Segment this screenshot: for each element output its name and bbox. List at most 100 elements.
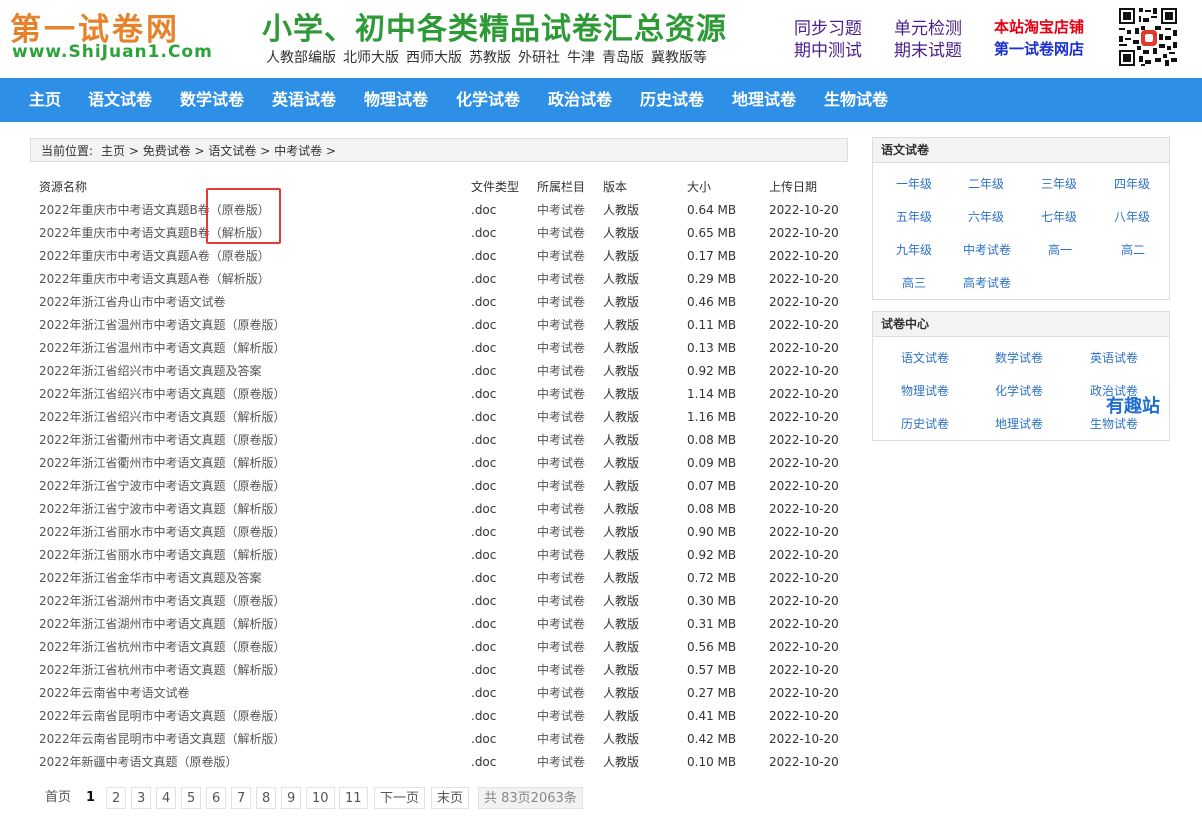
breadcrumb-path[interactable]: 主页 > 免费试卷 > 语文试卷 > 中考试卷 > — [101, 144, 336, 158]
resource-name[interactable]: 2022年浙江省绍兴市中考语文真题（原卷版） — [39, 383, 286, 406]
file-size: 0.56 MB — [687, 640, 737, 654]
subject-link[interactable]: 语文试卷 — [901, 349, 949, 366]
page-link[interactable]: 5 — [181, 787, 202, 809]
resource-column[interactable]: 中考试卷 — [537, 337, 585, 360]
grade-link[interactable]: 八年级 — [1114, 208, 1150, 225]
tag-final[interactable]: 期末试题 — [894, 36, 962, 61]
resource-name[interactable]: 2022年浙江省温州市中考语文真题（原卷版） — [39, 314, 286, 337]
grade-link[interactable]: 高考试卷 — [963, 274, 1011, 291]
resource-column[interactable]: 中考试卷 — [537, 613, 585, 636]
resource-column[interactable]: 中考试卷 — [537, 291, 585, 314]
resource-name[interactable]: 2022年浙江省衢州市中考语文真题（原卷版） — [39, 429, 286, 452]
grade-link[interactable]: 三年级 — [1041, 175, 1077, 192]
taobao-store-link[interactable]: 本站淘宝店铺 — [994, 16, 1084, 37]
page-link[interactable]: 11 — [339, 787, 368, 809]
resource-column[interactable]: 中考试卷 — [537, 268, 585, 291]
page-first[interactable]: 首页 — [40, 787, 77, 809]
page-last[interactable]: 末页 — [431, 787, 470, 809]
resource-name[interactable]: 2022年浙江省舟山市中考语文试卷 — [39, 291, 226, 314]
nav-chinese[interactable]: 语文试卷 — [88, 78, 152, 122]
grade-link[interactable]: 四年级 — [1114, 175, 1150, 192]
resource-name[interactable]: 2022年浙江省绍兴市中考语文真题及答案 — [39, 360, 262, 383]
resource-name[interactable]: 2022年浙江省杭州市中考语文真题（原卷版） — [39, 636, 286, 659]
resource-name[interactable]: 2022年浙江省金华市中考语文真题及答案 — [39, 567, 262, 590]
tag-midterm[interactable]: 期中测试 — [794, 36, 862, 61]
nav-english[interactable]: 英语试卷 — [272, 78, 336, 122]
resource-column[interactable]: 中考试卷 — [537, 636, 585, 659]
resource-column[interactable]: 中考试卷 — [537, 222, 585, 245]
grade-link[interactable]: 六年级 — [968, 208, 1004, 225]
grade-link[interactable]: 中考试卷 — [963, 241, 1011, 258]
resource-name[interactable]: 2022年重庆市中考语文真题A卷（原卷版） — [39, 245, 270, 268]
resource-column[interactable]: 中考试卷 — [537, 406, 585, 429]
page-link[interactable]: 2 — [106, 787, 127, 809]
nav-chemistry[interactable]: 化学试卷 — [456, 78, 520, 122]
resource-name[interactable]: 2022年浙江省衢州市中考语文真题（解析版） — [39, 452, 286, 475]
resource-name[interactable]: 2022年浙江省湖州市中考语文真题（解析版） — [39, 613, 286, 636]
nav-math[interactable]: 数学试卷 — [180, 78, 244, 122]
nav-home[interactable]: 主页 — [29, 78, 61, 122]
subject-link[interactable]: 数学试卷 — [995, 349, 1043, 366]
resource-column[interactable]: 中考试卷 — [537, 567, 585, 590]
subject-link[interactable]: 地理试卷 — [995, 415, 1043, 432]
resource-column[interactable]: 中考试卷 — [537, 682, 585, 705]
resource-column[interactable]: 中考试卷 — [537, 314, 585, 337]
resource-name[interactable]: 2022年云南省昆明市中考语文真题（原卷版） — [39, 705, 286, 728]
nav-politics[interactable]: 政治试卷 — [548, 78, 612, 122]
resource-column[interactable]: 中考试卷 — [537, 452, 585, 475]
nav-history[interactable]: 历史试卷 — [640, 78, 704, 122]
resource-column[interactable]: 中考试卷 — [537, 498, 585, 521]
page-link[interactable]: 10 — [306, 787, 335, 809]
grade-link[interactable]: 二年级 — [968, 175, 1004, 192]
resource-column[interactable]: 中考试卷 — [537, 360, 585, 383]
resource-name[interactable]: 2022年浙江省丽水市中考语文真题（解析版） — [39, 544, 286, 567]
resource-column[interactable]: 中考试卷 — [537, 199, 585, 222]
resource-column[interactable]: 中考试卷 — [537, 659, 585, 682]
grade-link[interactable]: 一年级 — [896, 175, 932, 192]
page-link[interactable]: 3 — [131, 787, 152, 809]
site-url[interactable]: www.ShiJuan1.Com — [12, 42, 213, 62]
grade-link[interactable]: 七年级 — [1041, 208, 1077, 225]
subject-link[interactable]: 历史试卷 — [901, 415, 949, 432]
subject-link[interactable]: 化学试卷 — [995, 382, 1043, 399]
resource-column[interactable]: 中考试卷 — [537, 544, 585, 567]
grade-link[interactable]: 高三 — [902, 274, 926, 291]
subject-link[interactable]: 英语试卷 — [1090, 349, 1138, 366]
page-link[interactable]: 6 — [206, 787, 227, 809]
taobao-store-name[interactable]: 第一试卷网店 — [994, 38, 1084, 59]
page-link[interactable]: 7 — [231, 787, 252, 809]
resource-column[interactable]: 中考试卷 — [537, 429, 585, 452]
resource-column[interactable]: 中考试卷 — [537, 751, 585, 774]
grade-link[interactable]: 高一 — [1048, 241, 1072, 258]
resource-name[interactable]: 2022年重庆市中考语文真题A卷（解析版） — [39, 268, 270, 291]
grade-link[interactable]: 五年级 — [896, 208, 932, 225]
page-link[interactable]: 4 — [156, 787, 177, 809]
resource-name[interactable]: 2022年云南省昆明市中考语文真题（解析版） — [39, 728, 286, 751]
resource-name[interactable]: 2022年浙江省绍兴市中考语文真题（解析版） — [39, 406, 286, 429]
resource-column[interactable]: 中考试卷 — [537, 590, 585, 613]
grade-link[interactable]: 九年级 — [896, 241, 932, 258]
resource-column[interactable]: 中考试卷 — [537, 245, 585, 268]
resource-name[interactable]: 2022年浙江省湖州市中考语文真题（原卷版） — [39, 590, 286, 613]
resource-name[interactable]: 2022年浙江省宁波市中考语文真题（原卷版） — [39, 475, 286, 498]
page-next[interactable]: 下一页 — [374, 787, 426, 809]
resource-column[interactable]: 中考试卷 — [537, 521, 585, 544]
page-link[interactable]: 9 — [281, 787, 302, 809]
nav-biology[interactable]: 生物试卷 — [824, 78, 888, 122]
resource-name[interactable]: 2022年浙江省宁波市中考语文真题（解析版） — [39, 498, 286, 521]
resource-column[interactable]: 中考试卷 — [537, 728, 585, 751]
resource-column[interactable]: 中考试卷 — [537, 705, 585, 728]
resource-name[interactable]: 2022年云南省中考语文试卷 — [39, 682, 190, 705]
nav-geography[interactable]: 地理试卷 — [732, 78, 796, 122]
resource-name[interactable]: 2022年浙江省温州市中考语文真题（解析版） — [39, 337, 286, 360]
resource-column[interactable]: 中考试卷 — [537, 475, 585, 498]
resource-name[interactable]: 2022年浙江省丽水市中考语文真题（原卷版） — [39, 521, 286, 544]
resource-name[interactable]: 2022年浙江省杭州市中考语文真题（解析版） — [39, 659, 286, 682]
grade-link[interactable]: 高二 — [1121, 241, 1145, 258]
page-link[interactable]: 8 — [256, 787, 277, 809]
resource-column[interactable]: 中考试卷 — [537, 383, 585, 406]
resource-name[interactable]: 2022年新疆中考语文真题（原卷版） — [39, 751, 238, 774]
subject-link[interactable]: 物理试卷 — [901, 382, 949, 399]
nav-physics[interactable]: 物理试卷 — [364, 78, 428, 122]
sidebar-exam-center: 试卷中心 语文试卷 数学试卷 英语试卷 物理试卷 化学试卷 政治试卷 历史试卷 … — [872, 311, 1170, 441]
